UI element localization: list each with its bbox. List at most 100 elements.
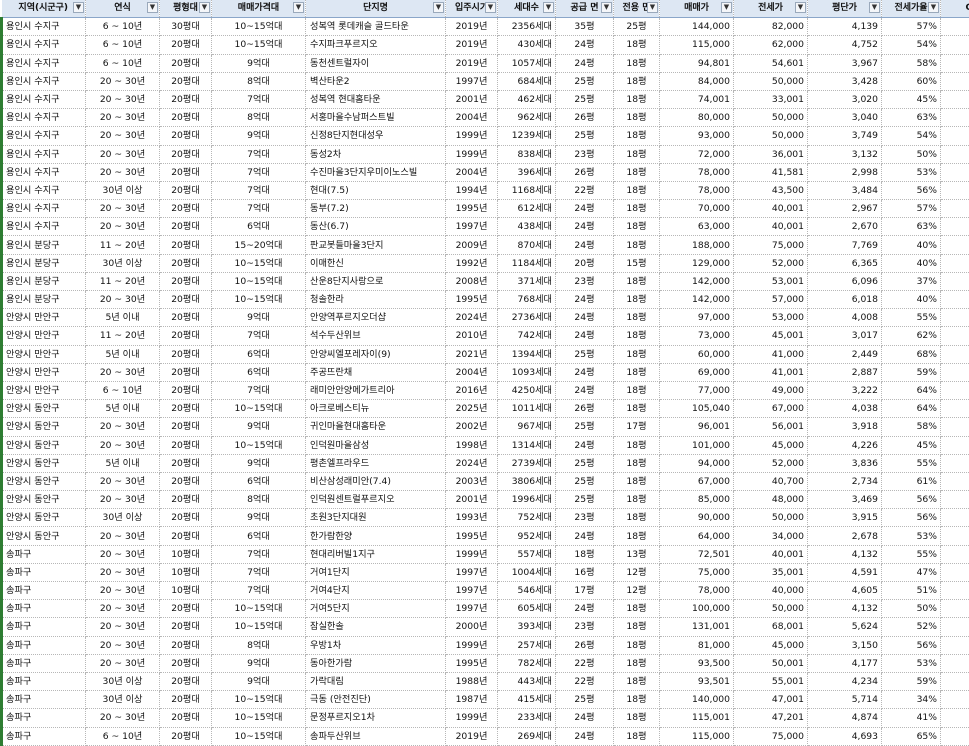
cell-price-per-pyeong[interactable]: 4,234 [808,672,882,690]
cell-move-in[interactable]: 1997년 [446,582,498,600]
cell-size-class[interactable]: 20평대 [160,72,212,90]
cell-households[interactable]: 2356세대 [498,18,556,36]
cell-complex-name[interactable]: 문정푸르지오1차 [306,709,446,727]
cell-price-per-pyeong[interactable]: 6,096 [808,272,882,290]
cell-price-per-pyeong[interactable]: 4,008 [808,309,882,327]
cell-move-in[interactable]: 2024년 [446,454,498,472]
cell-move-in[interactable]: 2004년 [446,109,498,127]
cell-size-class[interactable]: 20평대 [160,654,212,672]
filter-dropdown-icon[interactable]: ▼ [647,2,658,13]
cell-households[interactable]: 438세대 [498,218,556,236]
cell-jeonse-ratio[interactable]: 51% [882,582,941,600]
cell-region[interactable]: 송파구 [2,600,86,618]
cell-gap[interactable]: 38,500 [941,672,969,690]
cell-households[interactable]: 557세대 [498,545,556,563]
cell-complex-name[interactable]: 극동 (안전진단) [306,691,446,709]
cell-sale-price[interactable]: 115,000 [660,727,734,745]
cell-size-class[interactable]: 20평대 [160,436,212,454]
cell-price-per-pyeong[interactable]: 4,038 [808,400,882,418]
cell-gap[interactable]: 27,999 [941,327,969,345]
cell-price-band[interactable]: 15~20억대 [212,236,306,254]
cell-region[interactable]: 용인시 수지구 [2,200,86,218]
cell-gap[interactable]: 67,800 [941,709,969,727]
cell-size-class[interactable]: 20평대 [160,727,212,745]
cell-move-in[interactable]: 2021년 [446,345,498,363]
cell-age[interactable]: 20 ~ 30년 [86,145,160,163]
cell-size-class[interactable]: 20평대 [160,509,212,527]
cell-region[interactable]: 안양시 동안구 [2,509,86,527]
cell-sale-price[interactable]: 115,001 [660,709,734,727]
cell-size-class[interactable]: 20평대 [160,272,212,290]
cell-exclusive-area[interactable]: 18평 [614,109,660,127]
cell-sale-price[interactable]: 77,000 [660,381,734,399]
cell-region[interactable]: 송파구 [2,582,86,600]
cell-complex-name[interactable]: 안양씨엘포레자이(9) [306,345,446,363]
cell-region[interactable]: 용인시 수지구 [2,163,86,181]
cell-households[interactable]: 962세대 [498,109,556,127]
cell-size-class[interactable]: 20평대 [160,691,212,709]
cell-region[interactable]: 송파구 [2,545,86,563]
cell-supply-area[interactable]: 23평 [556,509,614,527]
cell-jeonse-ratio[interactable]: 53% [882,163,941,181]
cell-households[interactable]: 1004세대 [498,563,556,581]
cell-age[interactable]: 20 ~ 30년 [86,200,160,218]
cell-supply-area[interactable]: 24평 [556,236,614,254]
cell-size-class[interactable]: 20평대 [160,491,212,509]
cell-jeonse-ratio[interactable]: 54% [882,127,941,145]
cell-supply-area[interactable]: 23평 [556,145,614,163]
cell-exclusive-area[interactable]: 13평 [614,545,660,563]
cell-size-class[interactable]: 20평대 [160,618,212,636]
cell-age[interactable]: 20 ~ 30년 [86,418,160,436]
cell-price-per-pyeong[interactable]: 3,915 [808,509,882,527]
cell-sale-price[interactable]: 70,000 [660,200,734,218]
cell-supply-area[interactable]: 24평 [556,436,614,454]
cell-jeonse-ratio[interactable]: 56% [882,491,941,509]
cell-region[interactable]: 용인시 수지구 [2,127,86,145]
cell-sale-price[interactable]: 115,000 [660,36,734,54]
cell-size-class[interactable]: 10평대 [160,582,212,600]
cell-supply-area[interactable]: 25평 [556,90,614,108]
cell-size-class[interactable]: 20평대 [160,600,212,618]
cell-complex-name[interactable]: 성복역 롯데캐슬 골드타운 [306,18,446,36]
cell-complex-name[interactable]: 송파두산위브 [306,727,446,745]
cell-jeonse-price[interactable]: 41,001 [734,363,808,381]
cell-households[interactable]: 768세대 [498,291,556,309]
cell-region[interactable]: 안양시 동안구 [2,527,86,545]
cell-jeonse-price[interactable]: 40,001 [734,218,808,236]
cell-supply-area[interactable]: 24평 [556,600,614,618]
cell-jeonse-price[interactable]: 41,581 [734,163,808,181]
cell-sale-price[interactable]: 131,001 [660,618,734,636]
cell-jeonse-price[interactable]: 53,000 [734,309,808,327]
cell-price-band[interactable]: 6억대 [212,345,306,363]
cell-complex-name[interactable]: 동부(7.2) [306,200,446,218]
cell-exclusive-area[interactable]: 18평 [614,436,660,454]
cell-age[interactable]: 20 ~ 30년 [86,491,160,509]
cell-gap[interactable]: 53,000 [941,36,969,54]
cell-gap[interactable]: 40,000 [941,727,969,745]
cell-households[interactable]: 612세대 [498,200,556,218]
cell-jeonse-ratio[interactable]: 50% [882,145,941,163]
cell-size-class[interactable]: 20평대 [160,709,212,727]
filter-dropdown-icon[interactable]: ▼ [199,2,210,13]
cell-jeonse-price[interactable]: 75,000 [734,727,808,745]
cell-gap[interactable]: 62,000 [941,18,969,36]
cell-supply-area[interactable]: 17평 [556,582,614,600]
cell-age[interactable]: 30년 이상 [86,509,160,527]
cell-price-per-pyeong[interactable]: 3,040 [808,109,882,127]
cell-complex-name[interactable]: 판교봇들마을3단지 [306,236,446,254]
cell-complex-name[interactable]: 비산삼성래미안(7.4) [306,472,446,490]
cell-jeonse-price[interactable]: 47,001 [734,691,808,709]
cell-supply-area[interactable]: 25평 [556,345,614,363]
cell-supply-area[interactable]: 24평 [556,363,614,381]
cell-size-class[interactable]: 10평대 [160,545,212,563]
cell-complex-name[interactable]: 현대리버빌1지구 [306,545,446,563]
cell-exclusive-area[interactable]: 18평 [614,727,660,745]
cell-price-band[interactable]: 8억대 [212,636,306,654]
cell-price-band[interactable]: 10~15억대 [212,254,306,272]
cell-size-class[interactable]: 20평대 [160,127,212,145]
cell-price-band[interactable]: 6억대 [212,363,306,381]
cell-price-band[interactable]: 10~15억대 [212,36,306,54]
cell-jeonse-ratio[interactable]: 57% [882,200,941,218]
cell-jeonse-price[interactable]: 68,001 [734,618,808,636]
cell-complex-name[interactable]: 이매한신 [306,254,446,272]
